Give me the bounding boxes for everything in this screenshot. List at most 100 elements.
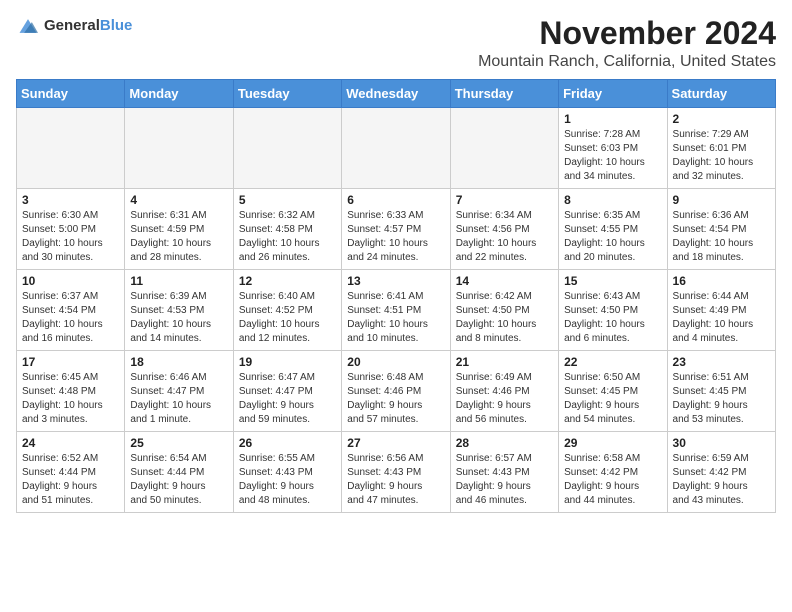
day-number: 10 <box>22 274 119 288</box>
calendar-cell: 10 Sunrise: 6:37 AM Sunset: 4:54 PM Dayli… <box>17 270 125 351</box>
logo: GeneralBlue <box>16 16 132 36</box>
calendar-week-row: 3 Sunrise: 6:30 AM Sunset: 5:00 PM Daylig… <box>17 189 776 270</box>
calendar-cell: 19Sunrise: 6:47 AM Sunset: 4:47 PM Dayli… <box>233 351 341 432</box>
calendar-cell: 9 Sunrise: 6:36 AM Sunset: 4:54 PM Daylig… <box>667 189 775 270</box>
day-info: Sunrise: 6:43 AM Sunset: 4:50 PM Dayligh… <box>564 290 661 346</box>
calendar-cell: 26 Sunrise: 6:55 AM Sunset: 4:43 PM Dayli… <box>233 432 341 513</box>
calendar-body: 1Sunrise: 7:28 AM Sunset: 6:03 PM Daylig… <box>17 108 776 513</box>
day-number: 17 <box>22 355 119 369</box>
location-title: Mountain Ranch, California, United State… <box>478 53 776 71</box>
calendar-week-row: 24 Sunrise: 6:52 AM Sunset: 4:44 PM Dayli… <box>17 432 776 513</box>
day-number: 8 <box>564 193 661 207</box>
day-number: 28 <box>456 436 553 450</box>
day-info: Sunrise: 6:35 AM Sunset: 4:55 PM Dayligh… <box>564 209 661 265</box>
day-info: Sunrise: 6:52 AM Sunset: 4:44 PM Dayligh… <box>22 452 119 508</box>
day-info: Sunrise: 6:50 AM Sunset: 4:45 PM Dayligh… <box>564 371 661 427</box>
day-info: Sunrise: 6:48 AM Sunset: 4:46 PM Dayligh… <box>347 371 444 427</box>
calendar-cell: 23 Sunrise: 6:51 AM Sunset: 4:45 PM Dayli… <box>667 351 775 432</box>
calendar-cell: 6 Sunrise: 6:33 AM Sunset: 4:57 PM Daylig… <box>342 189 450 270</box>
calendar-cell <box>125 108 233 189</box>
day-number: 22 <box>564 355 661 369</box>
day-info: Sunrise: 6:31 AM Sunset: 4:59 PM Dayligh… <box>130 209 227 265</box>
day-number: 25 <box>130 436 227 450</box>
day-of-week-header: Monday <box>125 80 233 108</box>
calendar-cell: 5 Sunrise: 6:32 AM Sunset: 4:58 PM Daylig… <box>233 189 341 270</box>
calendar-cell: 8 Sunrise: 6:35 AM Sunset: 4:55 PM Daylig… <box>559 189 667 270</box>
day-of-week-header: Saturday <box>667 80 775 108</box>
day-number: 23 <box>673 355 770 369</box>
calendar-cell: 20 Sunrise: 6:48 AM Sunset: 4:46 PM Dayli… <box>342 351 450 432</box>
day-number: 7 <box>456 193 553 207</box>
calendar-cell: 7Sunrise: 6:34 AM Sunset: 4:56 PM Daylig… <box>450 189 558 270</box>
day-number: 1 <box>564 112 661 126</box>
day-info: Sunrise: 6:54 AM Sunset: 4:44 PM Dayligh… <box>130 452 227 508</box>
calendar-cell <box>450 108 558 189</box>
day-number: 21 <box>456 355 553 369</box>
calendar-week-row: 10 Sunrise: 6:37 AM Sunset: 4:54 PM Dayli… <box>17 270 776 351</box>
day-info: Sunrise: 6:45 AM Sunset: 4:48 PM Dayligh… <box>22 371 119 427</box>
logo-icon <box>16 16 40 36</box>
day-number: 29 <box>564 436 661 450</box>
day-info: Sunrise: 6:41 AM Sunset: 4:51 PM Dayligh… <box>347 290 444 346</box>
calendar-cell: 24 Sunrise: 6:52 AM Sunset: 4:44 PM Dayli… <box>17 432 125 513</box>
calendar-cell: 15 Sunrise: 6:43 AM Sunset: 4:50 PM Dayli… <box>559 270 667 351</box>
day-number: 27 <box>347 436 444 450</box>
day-info: Sunrise: 6:37 AM Sunset: 4:54 PM Dayligh… <box>22 290 119 346</box>
calendar-cell: 12 Sunrise: 6:40 AM Sunset: 4:52 PM Dayli… <box>233 270 341 351</box>
day-info: Sunrise: 6:59 AM Sunset: 4:42 PM Dayligh… <box>673 452 770 508</box>
title-area: November 2024 Mountain Ranch, California… <box>478 16 776 71</box>
day-of-week-header: Wednesday <box>342 80 450 108</box>
calendar-cell: 3 Sunrise: 6:30 AM Sunset: 5:00 PM Daylig… <box>17 189 125 270</box>
calendar-cell: 28 Sunrise: 6:57 AM Sunset: 4:43 PM Dayli… <box>450 432 558 513</box>
day-info: Sunrise: 6:40 AM Sunset: 4:52 PM Dayligh… <box>239 290 336 346</box>
day-number: 5 <box>239 193 336 207</box>
day-info: Sunrise: 6:32 AM Sunset: 4:58 PM Dayligh… <box>239 209 336 265</box>
calendar-header-row: SundayMondayTuesdayWednesdayThursdayFrid… <box>17 80 776 108</box>
calendar-cell: 4 Sunrise: 6:31 AM Sunset: 4:59 PM Daylig… <box>125 189 233 270</box>
calendar-cell <box>342 108 450 189</box>
day-number: 19 <box>239 355 336 369</box>
calendar-cell: 1Sunrise: 7:28 AM Sunset: 6:03 PM Daylig… <box>559 108 667 189</box>
day-info: Sunrise: 6:51 AM Sunset: 4:45 PM Dayligh… <box>673 371 770 427</box>
day-number: 26 <box>239 436 336 450</box>
calendar-cell: 11 Sunrise: 6:39 AM Sunset: 4:53 PM Dayli… <box>125 270 233 351</box>
day-info: Sunrise: 6:57 AM Sunset: 4:43 PM Dayligh… <box>456 452 553 508</box>
day-info: Sunrise: 6:39 AM Sunset: 4:53 PM Dayligh… <box>130 290 227 346</box>
calendar-cell: 30 Sunrise: 6:59 AM Sunset: 4:42 PM Dayli… <box>667 432 775 513</box>
day-of-week-header: Thursday <box>450 80 558 108</box>
calendar-cell: 18Sunrise: 6:46 AM Sunset: 4:47 PM Dayli… <box>125 351 233 432</box>
day-info: Sunrise: 6:30 AM Sunset: 5:00 PM Dayligh… <box>22 209 119 265</box>
calendar-cell: 22 Sunrise: 6:50 AM Sunset: 4:45 PM Dayli… <box>559 351 667 432</box>
day-number: 6 <box>347 193 444 207</box>
calendar-table: SundayMondayTuesdayWednesdayThursdayFrid… <box>16 79 776 513</box>
day-number: 4 <box>130 193 227 207</box>
day-number: 3 <box>22 193 119 207</box>
day-of-week-header: Tuesday <box>233 80 341 108</box>
day-number: 20 <box>347 355 444 369</box>
day-number: 30 <box>673 436 770 450</box>
day-number: 12 <box>239 274 336 288</box>
header: GeneralBlue November 2024 Mountain Ranch… <box>16 16 776 71</box>
day-info: Sunrise: 6:55 AM Sunset: 4:43 PM Dayligh… <box>239 452 336 508</box>
day-info: Sunrise: 6:36 AM Sunset: 4:54 PM Dayligh… <box>673 209 770 265</box>
day-number: 24 <box>22 436 119 450</box>
calendar-cell: 27 Sunrise: 6:56 AM Sunset: 4:43 PM Dayli… <box>342 432 450 513</box>
day-number: 9 <box>673 193 770 207</box>
calendar-cell: 21 Sunrise: 6:49 AM Sunset: 4:46 PM Dayli… <box>450 351 558 432</box>
calendar-cell <box>233 108 341 189</box>
day-number: 16 <box>673 274 770 288</box>
day-number: 2 <box>673 112 770 126</box>
day-number: 11 <box>130 274 227 288</box>
day-info: Sunrise: 6:56 AM Sunset: 4:43 PM Dayligh… <box>347 452 444 508</box>
calendar-cell: 13Sunrise: 6:41 AM Sunset: 4:51 PM Dayli… <box>342 270 450 351</box>
day-info: Sunrise: 6:46 AM Sunset: 4:47 PM Dayligh… <box>130 371 227 427</box>
calendar-cell: 14Sunrise: 6:42 AM Sunset: 4:50 PM Dayli… <box>450 270 558 351</box>
day-info: Sunrise: 6:49 AM Sunset: 4:46 PM Dayligh… <box>456 371 553 427</box>
calendar-week-row: 17 Sunrise: 6:45 AM Sunset: 4:48 PM Dayli… <box>17 351 776 432</box>
day-number: 15 <box>564 274 661 288</box>
month-title: November 2024 <box>478 16 776 51</box>
day-info: Sunrise: 7:29 AM Sunset: 6:01 PM Dayligh… <box>673 128 770 184</box>
calendar-cell: 25 Sunrise: 6:54 AM Sunset: 4:44 PM Dayli… <box>125 432 233 513</box>
day-info: Sunrise: 6:33 AM Sunset: 4:57 PM Dayligh… <box>347 209 444 265</box>
day-info: Sunrise: 6:58 AM Sunset: 4:42 PM Dayligh… <box>564 452 661 508</box>
